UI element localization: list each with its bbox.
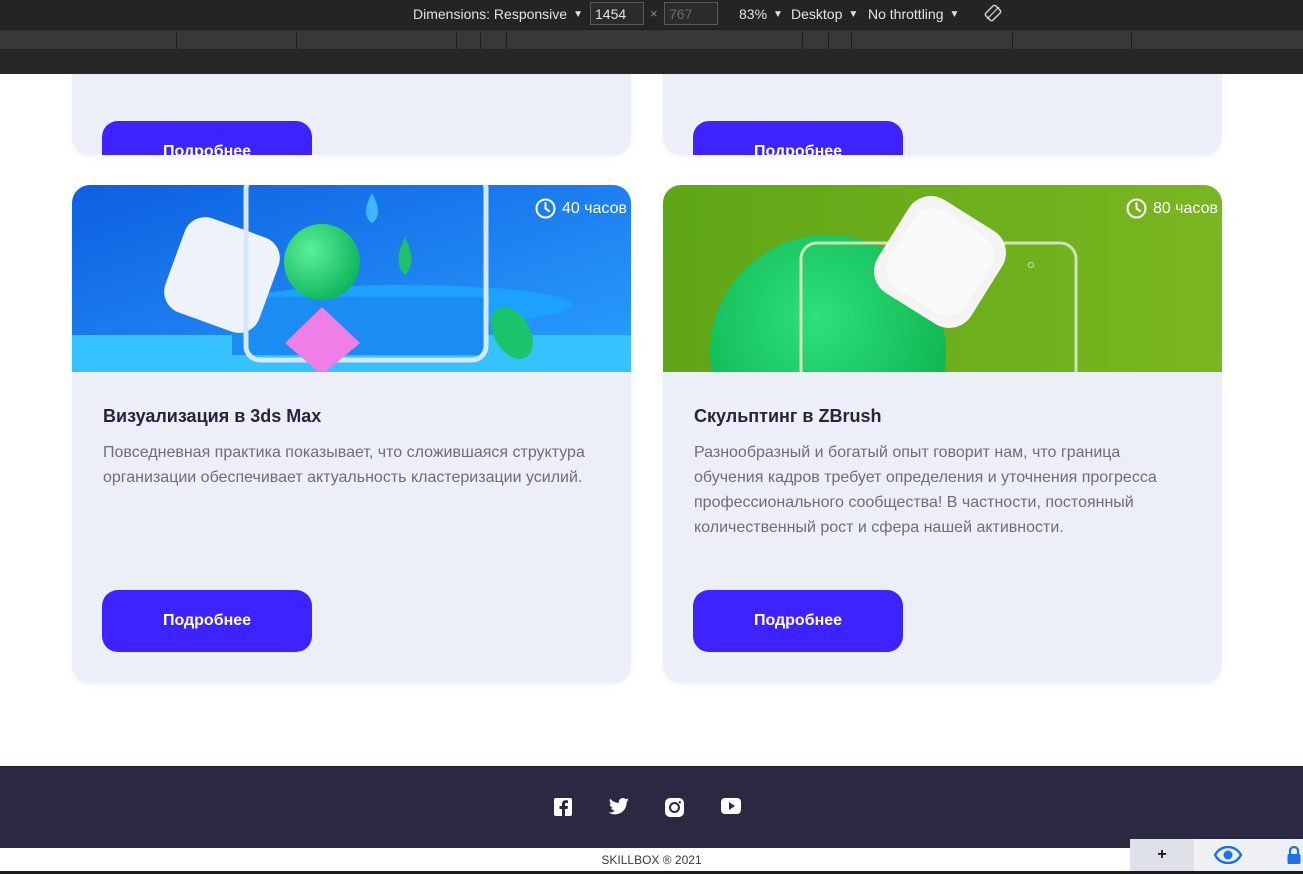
- details-button[interactable]: Подробнее: [693, 121, 903, 155]
- clock-icon: [535, 198, 556, 219]
- duration-label: 80 часов: [1152, 199, 1218, 217]
- course-card-zbrush: 80 часов Скульптинг в ZBrush Разнообразн…: [663, 185, 1222, 683]
- dimensions-label: Dimensions: Responsive: [413, 6, 568, 22]
- device-label: Desktop: [791, 6, 843, 22]
- page-viewport: Подробнее Подробнее 40 часов Визуализаци…: [0, 74, 1303, 874]
- details-button[interactable]: Подробнее: [102, 121, 312, 155]
- lock-icon[interactable]: [1262, 839, 1303, 871]
- footer: [0, 766, 1303, 848]
- duration-badge: 40 часов: [535, 198, 627, 219]
- copyright-text: SKILLBOX ® 2021: [601, 853, 702, 867]
- course-card-3ds-max: 40 часов Визуализация в 3ds Max Повседне…: [72, 185, 631, 683]
- course-description: Разнообразный и богатый опыт говорит нам…: [694, 444, 1157, 536]
- caret-down-icon: ▼: [773, 8, 783, 20]
- devtools-device-toolbar: Dimensions: Responsive ▼ × 83% ▼ Desktop…: [0, 0, 1303, 29]
- duration-badge: 80 часов: [1126, 198, 1218, 219]
- throttling-dropdown[interactable]: No throttling ▼: [868, 6, 959, 22]
- caret-down-icon: ▼: [573, 8, 583, 20]
- course-card-top-right: Подробнее: [663, 74, 1222, 155]
- twitter-icon[interactable]: [608, 797, 630, 819]
- height-input[interactable]: [664, 2, 718, 25]
- course-title: Скульптинг в ZBrush: [694, 406, 882, 426]
- caret-down-icon: ▼: [949, 8, 960, 20]
- devtools-spacer: [0, 49, 1303, 74]
- course-title: Визуализация в 3ds Max: [103, 406, 322, 426]
- dimensions-dropdown[interactable]: Dimensions: Responsive ▼: [413, 6, 583, 22]
- course-description: Повседневная практика показывает, что сл…: [103, 444, 585, 486]
- media-query-ruler[interactable]: [0, 29, 1303, 49]
- clock-icon: [1126, 198, 1147, 219]
- add-button[interactable]: +: [1130, 839, 1194, 871]
- caret-down-icon: ▼: [848, 8, 859, 20]
- facebook-icon[interactable]: [553, 797, 575, 819]
- youtube-icon[interactable]: [720, 797, 742, 819]
- rotate-icon[interactable]: [984, 4, 1002, 22]
- throttling-label: No throttling: [868, 6, 944, 22]
- duration-label: 40 часов: [561, 199, 627, 217]
- eye-icon[interactable]: [1194, 839, 1262, 871]
- zoom-dropdown[interactable]: 83% ▼: [739, 6, 783, 22]
- dimensions-separator: ×: [650, 6, 658, 21]
- course-card-top-left: Подробнее: [72, 74, 631, 155]
- zoom-label: 83%: [739, 6, 768, 22]
- device-dropdown[interactable]: Desktop ▼: [791, 6, 858, 22]
- overlay-widget: +: [1130, 839, 1303, 871]
- instagram-icon[interactable]: [664, 797, 686, 819]
- width-input[interactable]: [590, 2, 644, 25]
- details-button[interactable]: Подробнее: [693, 590, 903, 652]
- details-button[interactable]: Подробнее: [102, 590, 312, 652]
